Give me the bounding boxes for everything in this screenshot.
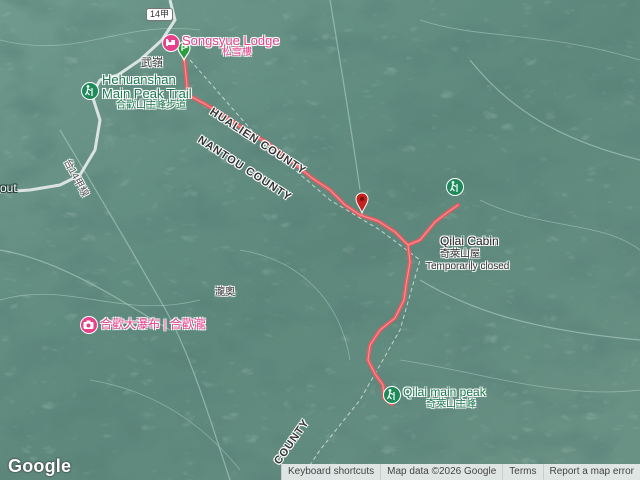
trail-icon[interactable] bbox=[81, 82, 99, 100]
qilai-peak-name[interactable]: Qilai main peak bbox=[403, 386, 486, 399]
camera-icon[interactable] bbox=[80, 316, 98, 334]
hehuanshan-zh: 合歡山主峰步道 bbox=[116, 100, 186, 111]
report-map-error-link[interactable]: Report a map error bbox=[542, 464, 640, 480]
waterfall-label[interactable]: 合歡大瀑布 | 合歡瀧 bbox=[100, 318, 206, 331]
peak-hiking-icon[interactable] bbox=[383, 386, 401, 404]
route-shield: 14甲 bbox=[146, 8, 174, 21]
taroko-label: 瀧奧 bbox=[215, 287, 235, 298]
terms-link[interactable]: Terms bbox=[502, 464, 543, 480]
qilai-cabin-zh: 奇萊山屋 bbox=[440, 249, 480, 260]
hiking-icon[interactable] bbox=[446, 178, 464, 196]
wuling-label: 武嶺 bbox=[141, 57, 163, 69]
qilai-cabin-name[interactable]: Qilai Cabin bbox=[440, 235, 499, 248]
keyboard-shortcuts-link[interactable]: Keyboard shortcuts bbox=[280, 464, 381, 480]
terrain-map[interactable] bbox=[0, 0, 640, 480]
hehuanshan-line2[interactable]: Main Peak Trail bbox=[102, 87, 192, 101]
qilai-cabin-status: Temporarily closed bbox=[426, 261, 510, 272]
qilai-peak-zh: 奇萊山主峰 bbox=[426, 399, 476, 410]
lookout-label[interactable]: out bbox=[0, 182, 17, 195]
map-footer: Keyboard shortcuts Map data ©2026 Google… bbox=[0, 464, 640, 480]
lodge-name[interactable]: Songsyue Lodge bbox=[182, 34, 280, 48]
lodge-name-zh: 松雪樓 bbox=[222, 47, 252, 58]
hehuanshan-line1[interactable]: Hehuanshan bbox=[102, 73, 176, 87]
hotel-icon[interactable] bbox=[162, 34, 180, 52]
terrain-ridges bbox=[0, 0, 640, 480]
map-data-attribution: Map data ©2026 Google bbox=[380, 464, 503, 480]
